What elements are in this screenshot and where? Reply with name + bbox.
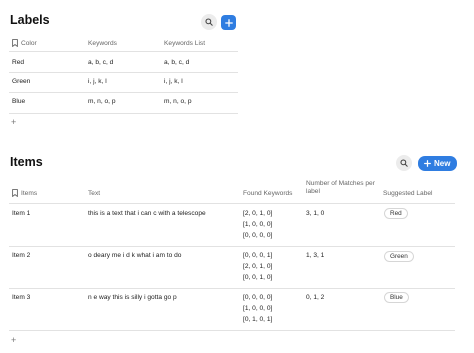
plus-icon <box>224 18 233 27</box>
divider <box>9 72 238 73</box>
search-icon <box>400 159 408 167</box>
found-keywords-line: [0, 0, 0, 1] <box>243 252 273 259</box>
suggested-label-badge[interactable]: Blue <box>384 292 409 303</box>
divider <box>9 203 455 204</box>
label-keywords-list: a, b, c, d <box>164 59 190 66</box>
item-name: Item 3 <box>12 294 31 301</box>
item-text: o deary me i d k what i am to do <box>88 252 182 259</box>
plus-icon <box>424 160 431 167</box>
found-keywords-line: [2, 0, 1, 0] <box>243 263 273 270</box>
items-col-found-keywords[interactable]: Found Keywords <box>243 190 292 198</box>
found-keywords-line: [0, 0, 0, 0] <box>243 294 273 301</box>
divider <box>9 113 238 114</box>
item-name: Item 2 <box>12 252 31 259</box>
found-keywords-line: [0, 0, 0, 0] <box>243 232 273 239</box>
suggested-label-badge[interactable]: Green <box>384 251 414 262</box>
found-keywords-line: [0, 1, 0, 1] <box>243 316 273 323</box>
item-text: this is a text that i can c with a teles… <box>88 210 206 217</box>
divider <box>9 246 455 247</box>
divider <box>9 92 238 93</box>
search-icon <box>205 18 213 26</box>
item-name: Item 1 <box>12 210 31 217</box>
new-item-button[interactable]: New <box>418 156 458 171</box>
labels-search-button[interactable] <box>201 14 217 30</box>
found-keywords-line: [1, 0, 0, 0] <box>243 221 273 228</box>
label-color: Green <box>12 78 31 85</box>
matches-per-label: 0, 1, 2 <box>306 294 325 301</box>
items-col-number-of-matches[interactable]: Number of Matches per label <box>306 180 378 196</box>
found-keywords-line: [2, 0, 1, 0] <box>243 210 273 217</box>
found-keywords-line: [1, 0, 0, 0] <box>243 305 273 312</box>
new-button-label: New <box>434 159 451 168</box>
divider <box>9 51 238 52</box>
label-color: Red <box>12 59 25 66</box>
divider <box>9 330 455 331</box>
label-keywords: i, j, k, l <box>88 78 107 85</box>
suggested-label-badge[interactable]: Red <box>384 208 408 219</box>
bookmark-icon <box>12 39 18 47</box>
label-keywords-list: i, j, k, l <box>164 78 183 85</box>
labels-col-color[interactable]: Color <box>21 40 37 48</box>
labels-col-keywords[interactable]: Keywords <box>88 40 117 48</box>
items-title: Items <box>10 155 43 169</box>
matches-per-label: 3, 1, 0 <box>306 210 325 217</box>
labels-add-row-button[interactable]: + <box>11 118 16 127</box>
item-text: n e way this is silly i gotta go p <box>88 294 177 301</box>
found-keywords-line: [0, 0, 1, 0] <box>243 274 273 281</box>
label-keywords: a, b, c, d <box>88 59 114 66</box>
labels-col-keywords-list[interactable]: Keywords List <box>164 40 205 48</box>
items-search-button[interactable] <box>396 155 412 171</box>
labels-add-button[interactable] <box>221 15 236 30</box>
items-col-suggested-label[interactable]: Suggested Label <box>383 190 433 198</box>
bookmark-icon <box>12 189 18 197</box>
labels-title: Labels <box>10 13 50 27</box>
items-add-row-button[interactable]: + <box>11 336 16 345</box>
label-keywords-list: m, n, o, p <box>164 98 192 105</box>
label-keywords: m, n, o, p <box>88 98 116 105</box>
matches-per-label: 1, 3, 1 <box>306 252 325 259</box>
divider <box>9 288 455 289</box>
items-col-text[interactable]: Text <box>88 190 100 198</box>
items-col-items[interactable]: Items <box>21 190 37 198</box>
label-color: Blue <box>12 98 26 105</box>
